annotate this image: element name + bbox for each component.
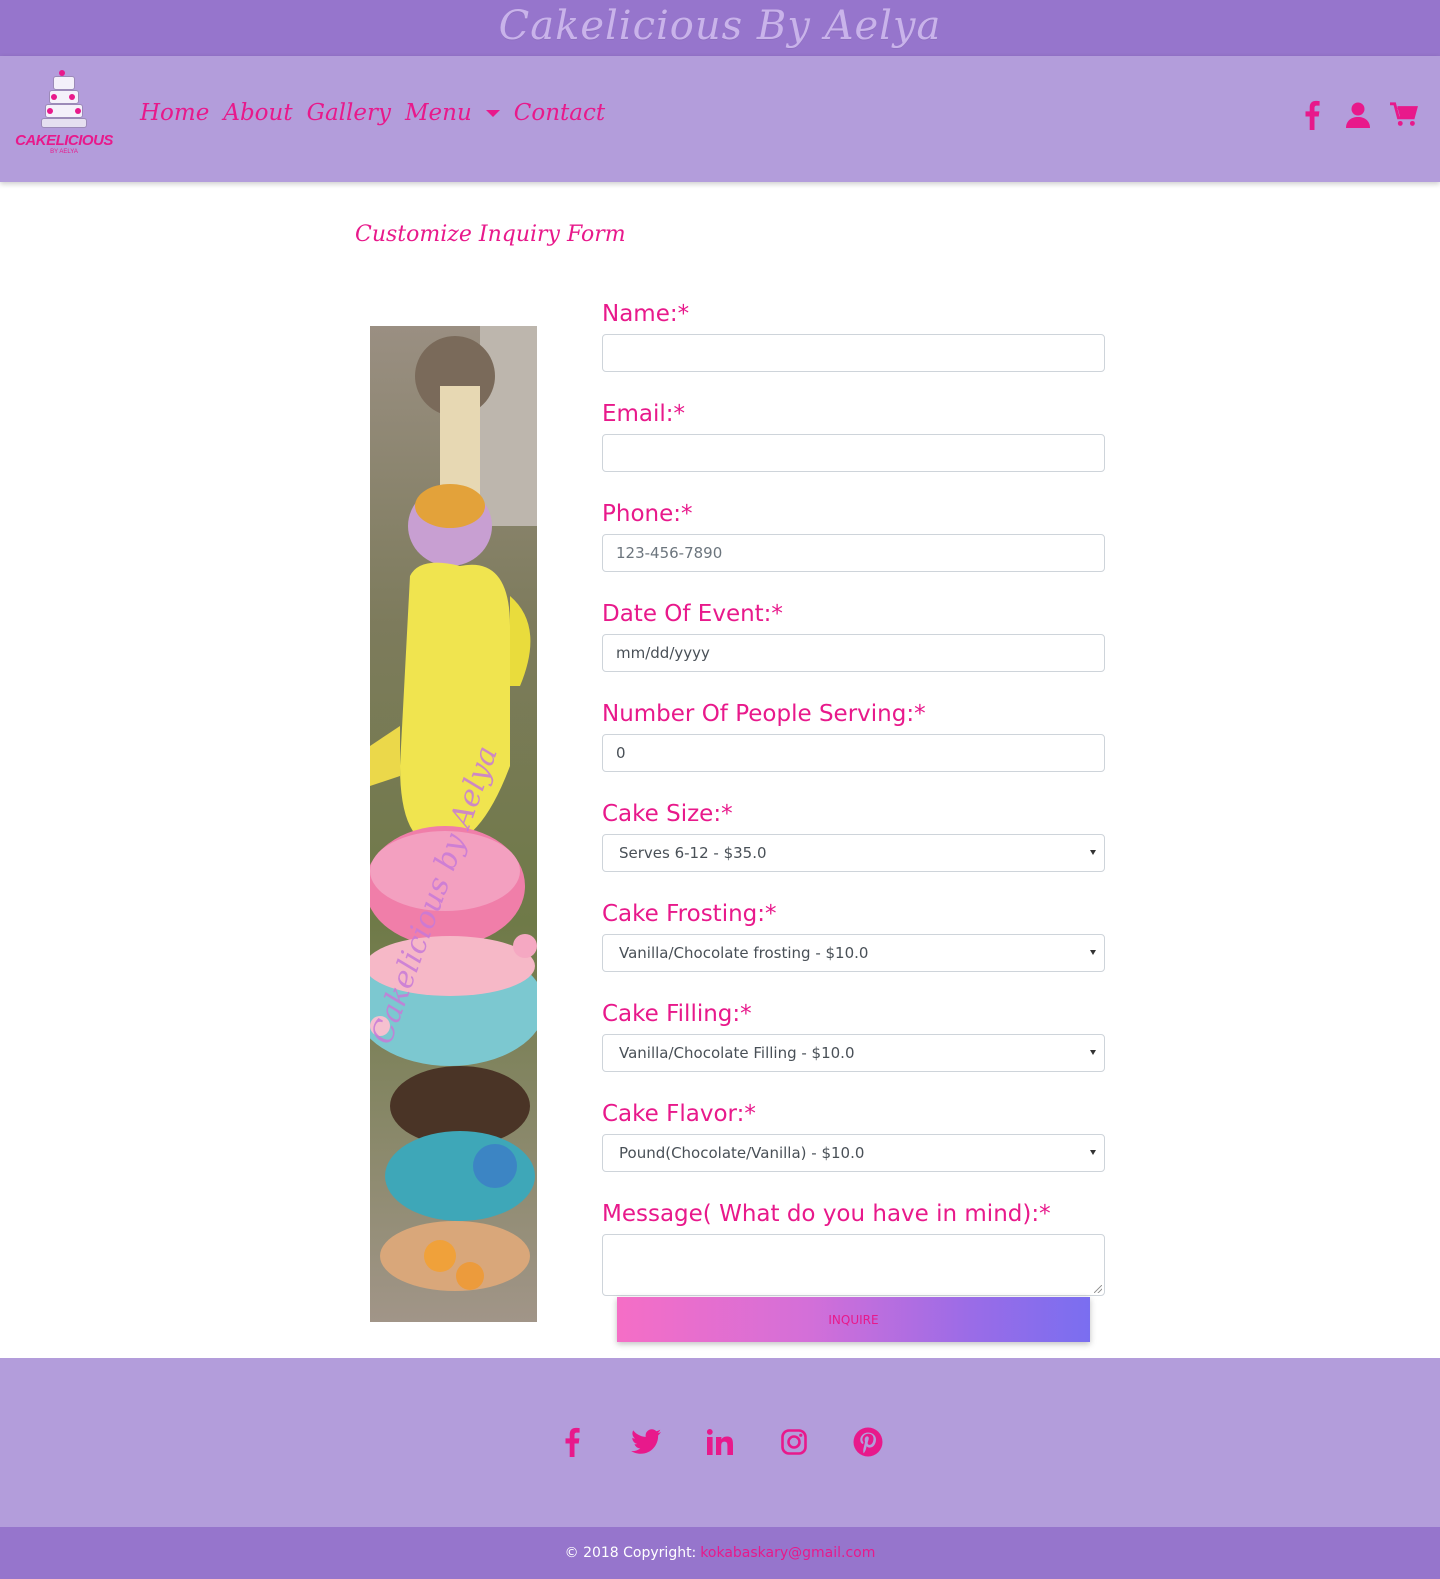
cake-size-label: Cake Size:*: [602, 801, 733, 827]
dropdown-arrow-icon: [1090, 950, 1096, 955]
message-field-group: Message( What do you have in mind):*: [602, 1194, 1105, 1296]
date-field-group: Date Of Event:* mm/dd/yyyy: [602, 594, 1105, 672]
filling-selected: Vanilla/Chocolate Filling - $10.0: [619, 1044, 855, 1062]
name-input[interactable]: [602, 334, 1105, 372]
flavor-label: Cake Flavor:*: [602, 1101, 756, 1127]
flavor-field-group: Cake Flavor:* Pound(Chocolate/Vanilla) -…: [602, 1094, 1105, 1172]
cart-icon[interactable]: [1390, 100, 1418, 130]
flavor-selected: Pound(Chocolate/Vanilla) - $10.0: [619, 1144, 865, 1162]
logo-sub: BY AELYA: [50, 149, 78, 155]
top-banner: Cakelicious By Aelya: [0, 0, 1440, 56]
cake-size-selected: Serves 6-12 - $35.0: [619, 844, 767, 862]
copyright-email-link[interactable]: kokabaskary@gmail.com: [700, 1545, 875, 1561]
user-icon[interactable]: [1344, 100, 1372, 130]
copyright-bar: © 2018 Copyright: kokabaskary@gmail.com: [0, 1527, 1440, 1579]
cake-size-field-group: Cake Size:* Serves 6-12 - $35.0: [602, 794, 1105, 872]
facebook-icon[interactable]: [1298, 100, 1326, 130]
caret-down-icon: [485, 109, 500, 117]
nav-icons: [1298, 100, 1418, 130]
message-label: Message( What do you have in mind):*: [602, 1201, 1051, 1227]
phone-input[interactable]: 123-456-7890: [602, 534, 1105, 572]
dropdown-arrow-icon: [1090, 1050, 1096, 1055]
facebook-icon[interactable]: [554, 1424, 590, 1460]
frosting-select[interactable]: Vanilla/Chocolate frosting - $10.0: [602, 934, 1105, 972]
name-field-group: Name:*: [602, 294, 1105, 372]
nav-gallery[interactable]: Gallery: [307, 100, 391, 126]
dropdown-arrow-icon: [1090, 1150, 1096, 1155]
resize-grip-icon[interactable]: [1094, 1285, 1102, 1293]
cake-photo: Cakelicious by Aelya: [370, 326, 537, 1322]
instagram-icon[interactable]: [776, 1424, 812, 1460]
name-label: Name:*: [602, 301, 690, 327]
nav-about[interactable]: About: [223, 100, 292, 126]
brand-title: Cakelicious By Aelya: [498, 3, 942, 49]
navbar: CAKELICIOUS BY AELYA Home About Gallery …: [0, 56, 1440, 182]
nav-contact[interactable]: Contact: [514, 100, 605, 126]
inquire-button[interactable]: Inquire: [617, 1297, 1090, 1342]
frosting-field-group: Cake Frosting:* Vanilla/Chocolate frosti…: [602, 894, 1105, 972]
people-label: Number Of People Serving:*: [602, 701, 926, 727]
nav-home[interactable]: Home: [140, 100, 209, 126]
email-field-group: Email:*: [602, 394, 1105, 472]
copyright-text: © 2018 Copyright:: [564, 1545, 697, 1561]
nav-links: Home About Gallery Menu Contact: [140, 100, 619, 126]
cake-logo-icon: [39, 70, 89, 130]
phone-label: Phone:*: [602, 501, 693, 527]
date-input[interactable]: mm/dd/yyyy: [602, 634, 1105, 672]
form-title: Customize Inquiry Form: [355, 222, 626, 247]
frosting-label: Cake Frosting:*: [602, 901, 777, 927]
twitter-icon[interactable]: [628, 1424, 664, 1460]
phone-field-group: Phone:* 123-456-7890: [602, 494, 1105, 572]
date-label: Date Of Event:*: [602, 601, 783, 627]
cake-size-select[interactable]: Serves 6-12 - $35.0: [602, 834, 1105, 872]
logo[interactable]: CAKELICIOUS BY AELYA: [15, 70, 113, 168]
nav-menu-label: Menu: [404, 100, 472, 126]
frosting-selected: Vanilla/Chocolate frosting - $10.0: [619, 944, 869, 962]
inquiry-form: Name:* Email:* Phone:* 123-456-7890 Date…: [602, 294, 1105, 1296]
filling-field-group: Cake Filling:* Vanilla/Chocolate Filling…: [602, 994, 1105, 1072]
filling-select[interactable]: Vanilla/Chocolate Filling - $10.0: [602, 1034, 1105, 1072]
logo-wordmark: CAKELICIOUS: [15, 132, 113, 149]
social-links: [0, 1424, 1440, 1460]
people-field-group: Number Of People Serving:* 0: [602, 694, 1105, 772]
message-textarea[interactable]: [602, 1234, 1105, 1296]
email-input[interactable]: [602, 434, 1105, 472]
nav-menu-dropdown[interactable]: Menu: [405, 100, 500, 126]
dropdown-arrow-icon: [1090, 850, 1096, 855]
flavor-select[interactable]: Pound(Chocolate/Vanilla) - $10.0: [602, 1134, 1105, 1172]
pinterest-icon[interactable]: [850, 1424, 886, 1460]
footer: [0, 1358, 1440, 1527]
people-input[interactable]: 0: [602, 734, 1105, 772]
linkedin-icon[interactable]: [702, 1424, 738, 1460]
filling-label: Cake Filling:*: [602, 1001, 752, 1027]
email-label: Email:*: [602, 401, 686, 427]
